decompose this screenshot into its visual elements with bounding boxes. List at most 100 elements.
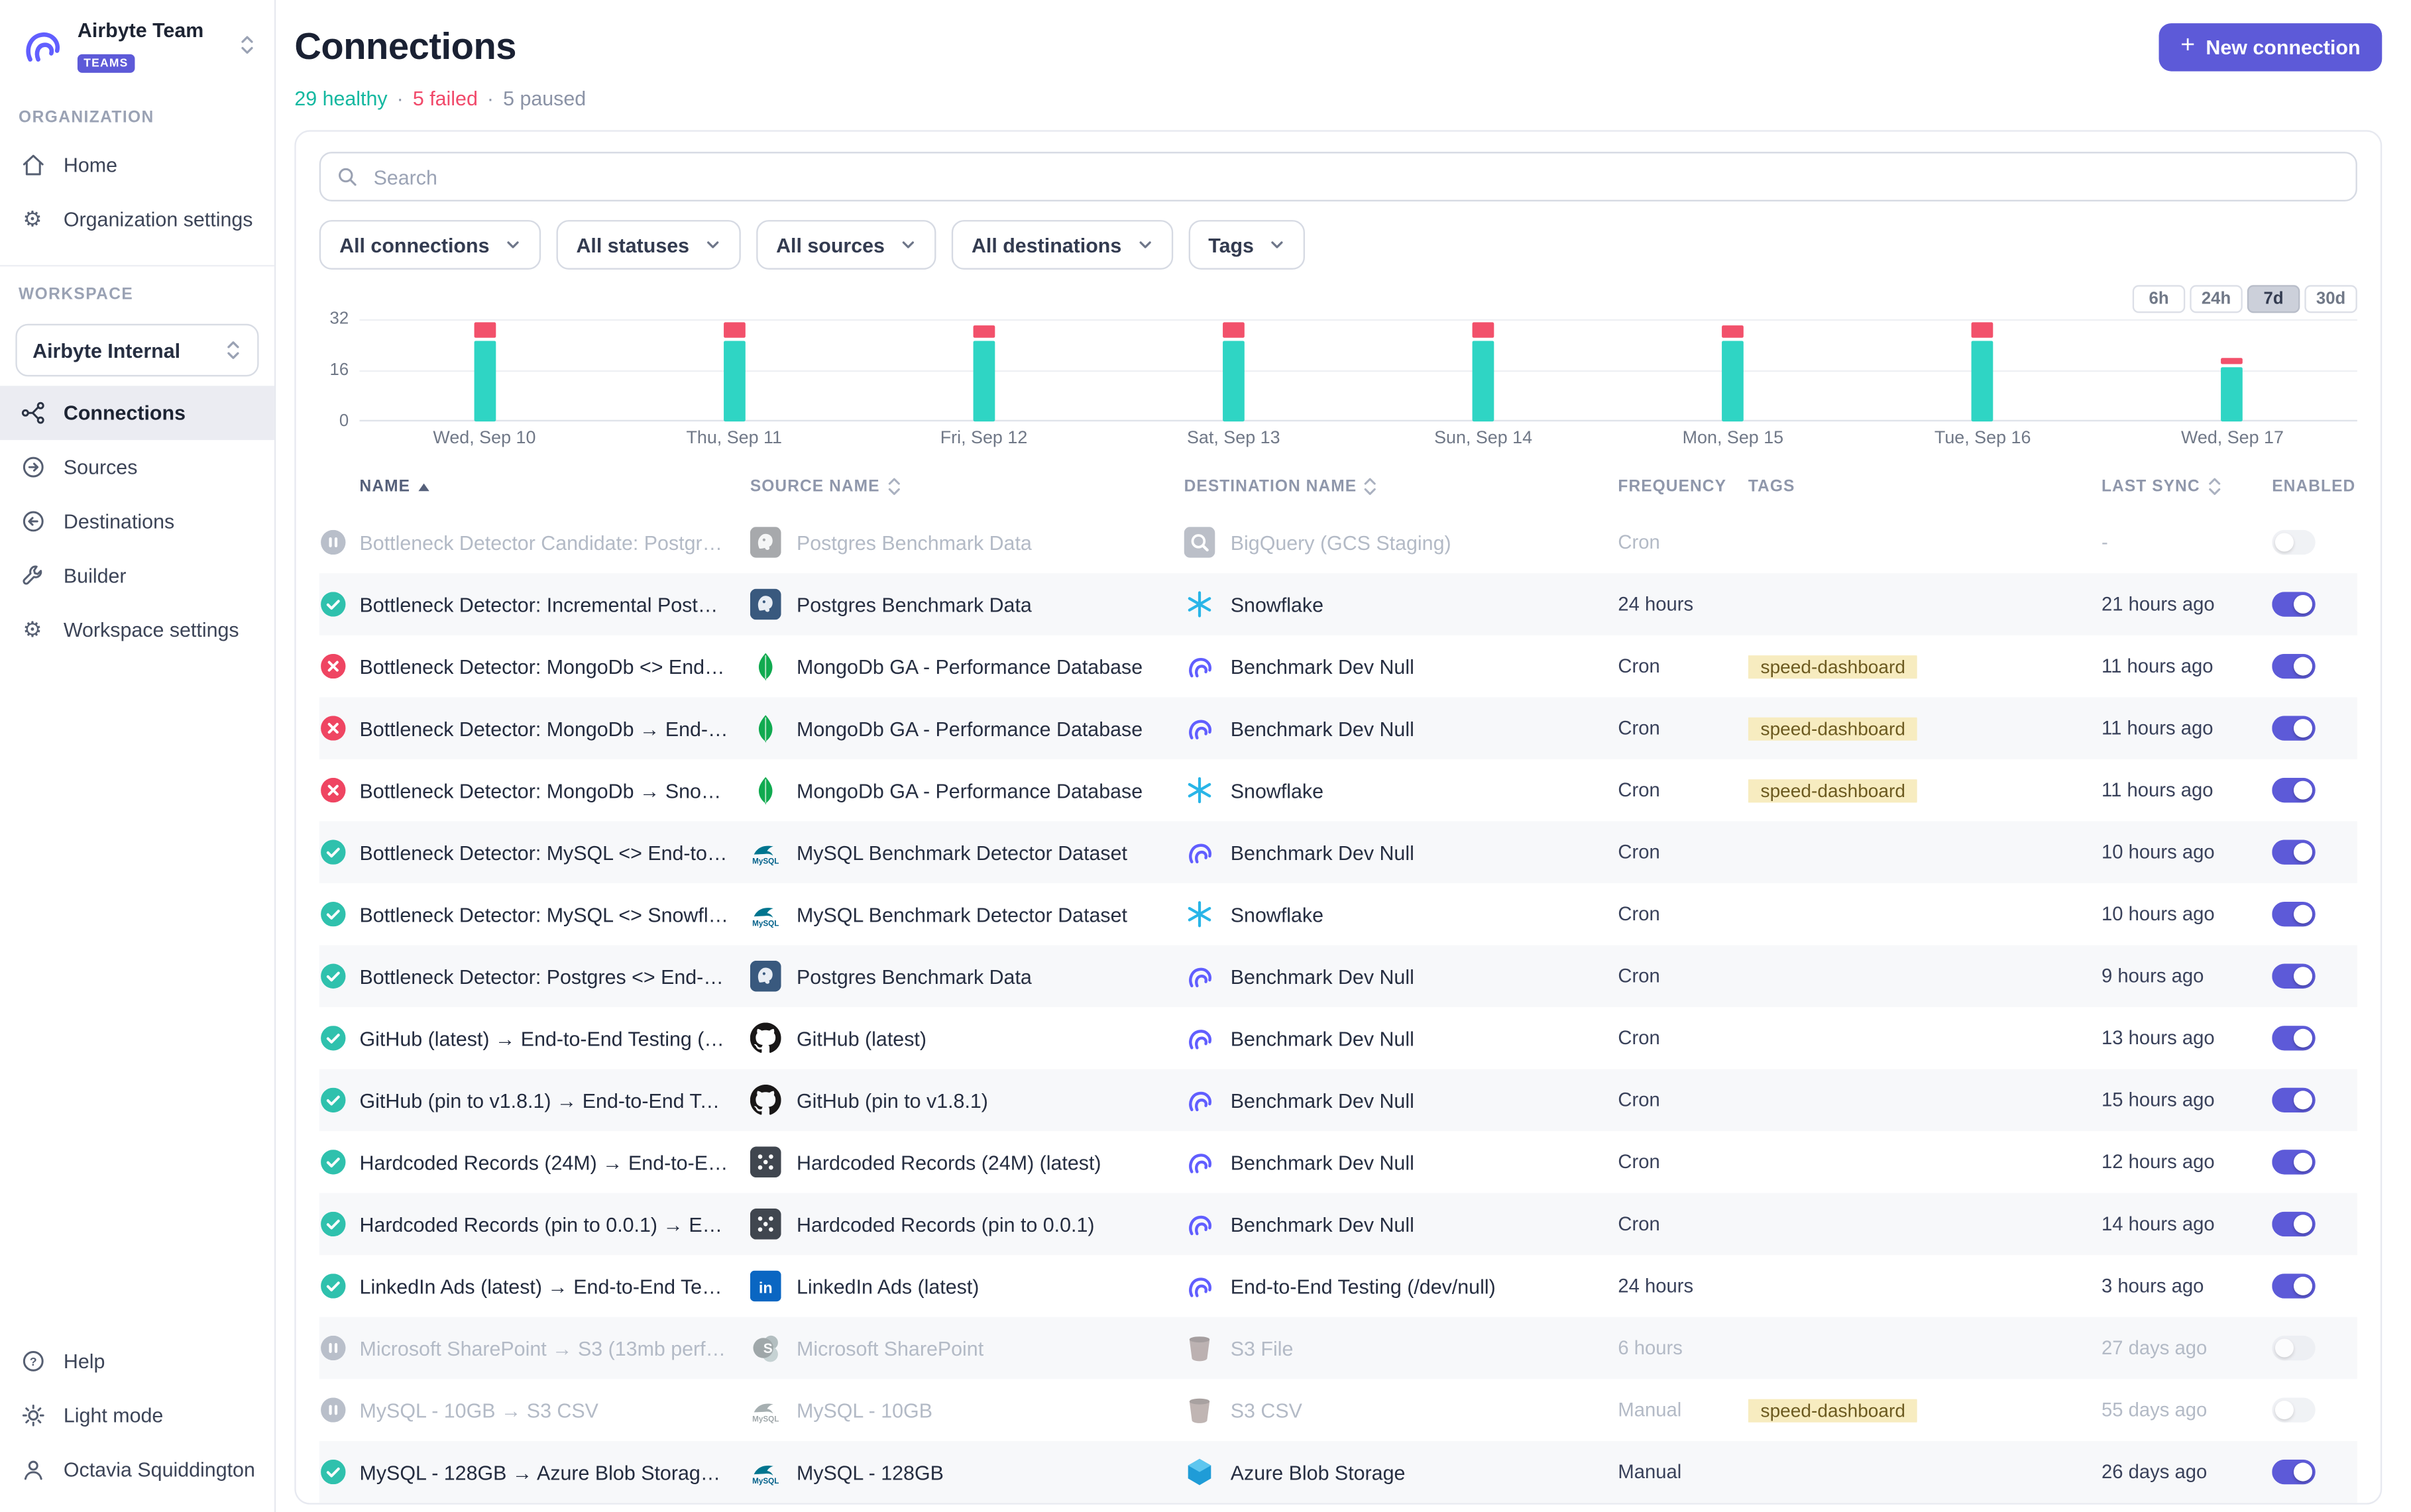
time-range-30d[interactable]: 30d xyxy=(2304,285,2357,313)
last-sync: 9 hours ago xyxy=(2102,965,2272,987)
source-name: Postgres Benchmark Data xyxy=(797,592,1032,616)
sidebar-item-light-mode[interactable]: Light mode xyxy=(0,1388,274,1442)
last-sync: 12 hours ago xyxy=(2102,1152,2272,1173)
source-name: MongoDb GA - Performance Database xyxy=(797,655,1143,678)
tags-filter-dropdown[interactable]: Tags xyxy=(1188,220,1305,270)
workspace-selector[interactable]: Airbyte Internal xyxy=(15,325,258,378)
time-range-6h[interactable]: 6h xyxy=(2133,285,2186,313)
enabled-toggle[interactable] xyxy=(2272,529,2315,554)
enabled-toggle[interactable] xyxy=(2272,715,2315,739)
connection-name: MySQL - 10GB → S3 CSV xyxy=(360,1398,750,1421)
home-icon xyxy=(19,152,46,180)
tag-badge: speed-dashboard xyxy=(1748,655,1918,678)
chart-y-tick: 0 xyxy=(339,412,349,431)
table-row[interactable]: Hardcoded Records (pin to 0.0.1) → End-t… xyxy=(319,1193,2357,1256)
table-row[interactable]: LinkedIn Ads (latest) → End-to-End Testi… xyxy=(319,1255,2357,1317)
svg-text:in: in xyxy=(759,1279,773,1296)
enabled-toggle[interactable] xyxy=(2272,1025,2315,1050)
enabled-toggle[interactable] xyxy=(2272,1149,2315,1173)
table-row[interactable]: GitHub (pin to v1.8.1) → End-to-End Test… xyxy=(319,1069,2357,1132)
chart-x-label: Mon, Sep 15 xyxy=(1608,429,1858,448)
enabled-toggle[interactable] xyxy=(2272,777,2315,802)
search-icon xyxy=(336,166,358,188)
table-row[interactable]: MySQL - 10GB → S3 CSVMySQLMySQL - 10GBS3… xyxy=(319,1379,2357,1441)
enabled-toggle[interactable] xyxy=(2272,1397,2315,1421)
frequency: Cron xyxy=(1618,1213,1748,1235)
sidebar-item-connections[interactable]: Connections xyxy=(0,386,274,441)
chart-bar xyxy=(1858,319,2107,421)
search-input[interactable] xyxy=(370,164,2340,190)
sidebar-item-user[interactable]: Octavia Squiddington xyxy=(0,1442,274,1497)
enabled-toggle[interactable] xyxy=(2272,901,2315,926)
sharepoint-icon: S xyxy=(750,1332,781,1364)
destinations-filter-dropdown[interactable]: All destinations xyxy=(952,220,1173,270)
org-selector-icon[interactable] xyxy=(239,34,256,56)
new-connection-button[interactable]: + New connection xyxy=(2159,23,2382,71)
source-name: Hardcoded Records (24M) (latest) xyxy=(797,1150,1101,1173)
frequency: Manual xyxy=(1618,1399,1748,1421)
sources-filter-dropdown[interactable]: All sources xyxy=(756,220,936,270)
enabled-toggle[interactable] xyxy=(2272,591,2315,616)
healthy-status-icon xyxy=(321,1273,345,1298)
hardcoded-icon xyxy=(750,1146,781,1177)
sidebar-item-workspace-settings[interactable]: ⚙ Workspace settings xyxy=(0,604,274,658)
table-row[interactable]: Bottleneck Detector Candidate: Postgres … xyxy=(319,512,2357,574)
table-row[interactable]: Bottleneck Detector: MySQL <> End-to-End… xyxy=(319,821,2357,883)
sidebar-item-label: Help xyxy=(64,1350,105,1373)
sidebar-item-label: Home xyxy=(64,154,117,177)
chart-x-label: Sat, Sep 13 xyxy=(1109,429,1359,448)
last-sync: 21 hours ago xyxy=(2102,594,2272,616)
linkedin-icon: in xyxy=(750,1271,781,1302)
sidebar-item-sources[interactable]: Sources xyxy=(0,441,274,495)
column-header-name[interactable]: NAME xyxy=(360,477,750,496)
table-row[interactable]: Hardcoded Records (24M) → End-to-End Te.… xyxy=(319,1131,2357,1193)
table-row[interactable]: Bottleneck Detector: MongoDb <> End-to-E… xyxy=(319,635,2357,698)
sidebar-item-home[interactable]: Home xyxy=(0,138,274,193)
sidebar-item-organization-settings[interactable]: ⚙ Organization settings xyxy=(0,193,274,247)
enabled-toggle[interactable] xyxy=(2272,1211,2315,1236)
chart-y-tick: 32 xyxy=(330,310,349,329)
chart-bars xyxy=(360,319,2357,421)
enabled-toggle[interactable] xyxy=(2272,1087,2315,1111)
connections-filter-dropdown[interactable]: All connections xyxy=(319,220,541,270)
time-range-7d[interactable]: 7d xyxy=(2247,285,2300,313)
table-row[interactable]: Bottleneck Detector: MySQL <> SnowflakeM… xyxy=(319,883,2357,945)
table-row[interactable]: Bottleneck Detector: MongoDb → End-to-En… xyxy=(319,697,2357,759)
connection-summary: 29 healthy · 5 failed · 5 paused xyxy=(294,87,2382,110)
destination-name: BigQuery (GCS Staging) xyxy=(1231,531,1451,554)
source-name: Hardcoded Records (pin to 0.0.1) xyxy=(797,1213,1095,1236)
postgres-icon xyxy=(750,589,781,620)
table-row[interactable]: Bottleneck Detector: Incremental Postgre… xyxy=(319,573,2357,635)
frequency: Cron xyxy=(1618,655,1748,677)
chevron-down-icon xyxy=(505,237,520,252)
statuses-filter-dropdown[interactable]: All statuses xyxy=(556,220,740,270)
enabled-toggle[interactable] xyxy=(2272,1335,2315,1360)
column-header-source-name[interactable]: SOURCE NAME xyxy=(750,477,1184,496)
source-name: Postgres Benchmark Data xyxy=(797,965,1032,988)
enabled-toggle[interactable] xyxy=(2272,653,2315,678)
enabled-toggle[interactable] xyxy=(2272,839,2315,863)
table-row[interactable]: MySQL - 128GB → Azure Blob Storage JSOn … xyxy=(319,1441,2357,1503)
sidebar-item-builder[interactable]: Builder xyxy=(0,549,274,604)
table-row[interactable]: GitHub (latest) → End-to-End Testing (/d… xyxy=(319,1007,2357,1069)
source-name: MongoDb GA - Performance Database xyxy=(797,779,1143,802)
sidebar-item-destinations[interactable]: Destinations xyxy=(0,495,274,549)
column-header-destination-name[interactable]: DESTINATION NAME xyxy=(1184,477,1618,496)
source-name: GitHub (latest) xyxy=(797,1026,926,1050)
table-row[interactable]: Bottleneck Detector: Postgres <> End-to-… xyxy=(319,945,2357,1007)
sidebar-item-help[interactable]: ? Help xyxy=(0,1334,274,1388)
destination-name: S3 File xyxy=(1231,1336,1294,1360)
connection-name: Hardcoded Records (24M) → End-to-End Te.… xyxy=(360,1150,750,1173)
enabled-toggle[interactable] xyxy=(2272,1459,2315,1484)
column-header-last-sync[interactable]: LAST SYNC xyxy=(2102,477,2272,496)
enabled-toggle[interactable] xyxy=(2272,963,2315,987)
enabled-toggle[interactable] xyxy=(2272,1273,2315,1297)
mysql-icon: MySQL xyxy=(750,898,781,930)
svg-text:?: ? xyxy=(29,1355,36,1368)
table-row[interactable]: Microsoft SharePoint → S3 (13mb performa… xyxy=(319,1317,2357,1379)
destination-name: Benchmark Dev Null xyxy=(1231,1150,1414,1173)
time-range-24h[interactable]: 24h xyxy=(2190,285,2243,313)
last-sync: 10 hours ago xyxy=(2102,903,2272,925)
table-row[interactable]: Bottleneck Detector: MongoDb → Snowflake… xyxy=(319,759,2357,822)
org-switcher[interactable]: Airbyte Team TEAMS xyxy=(0,15,274,90)
